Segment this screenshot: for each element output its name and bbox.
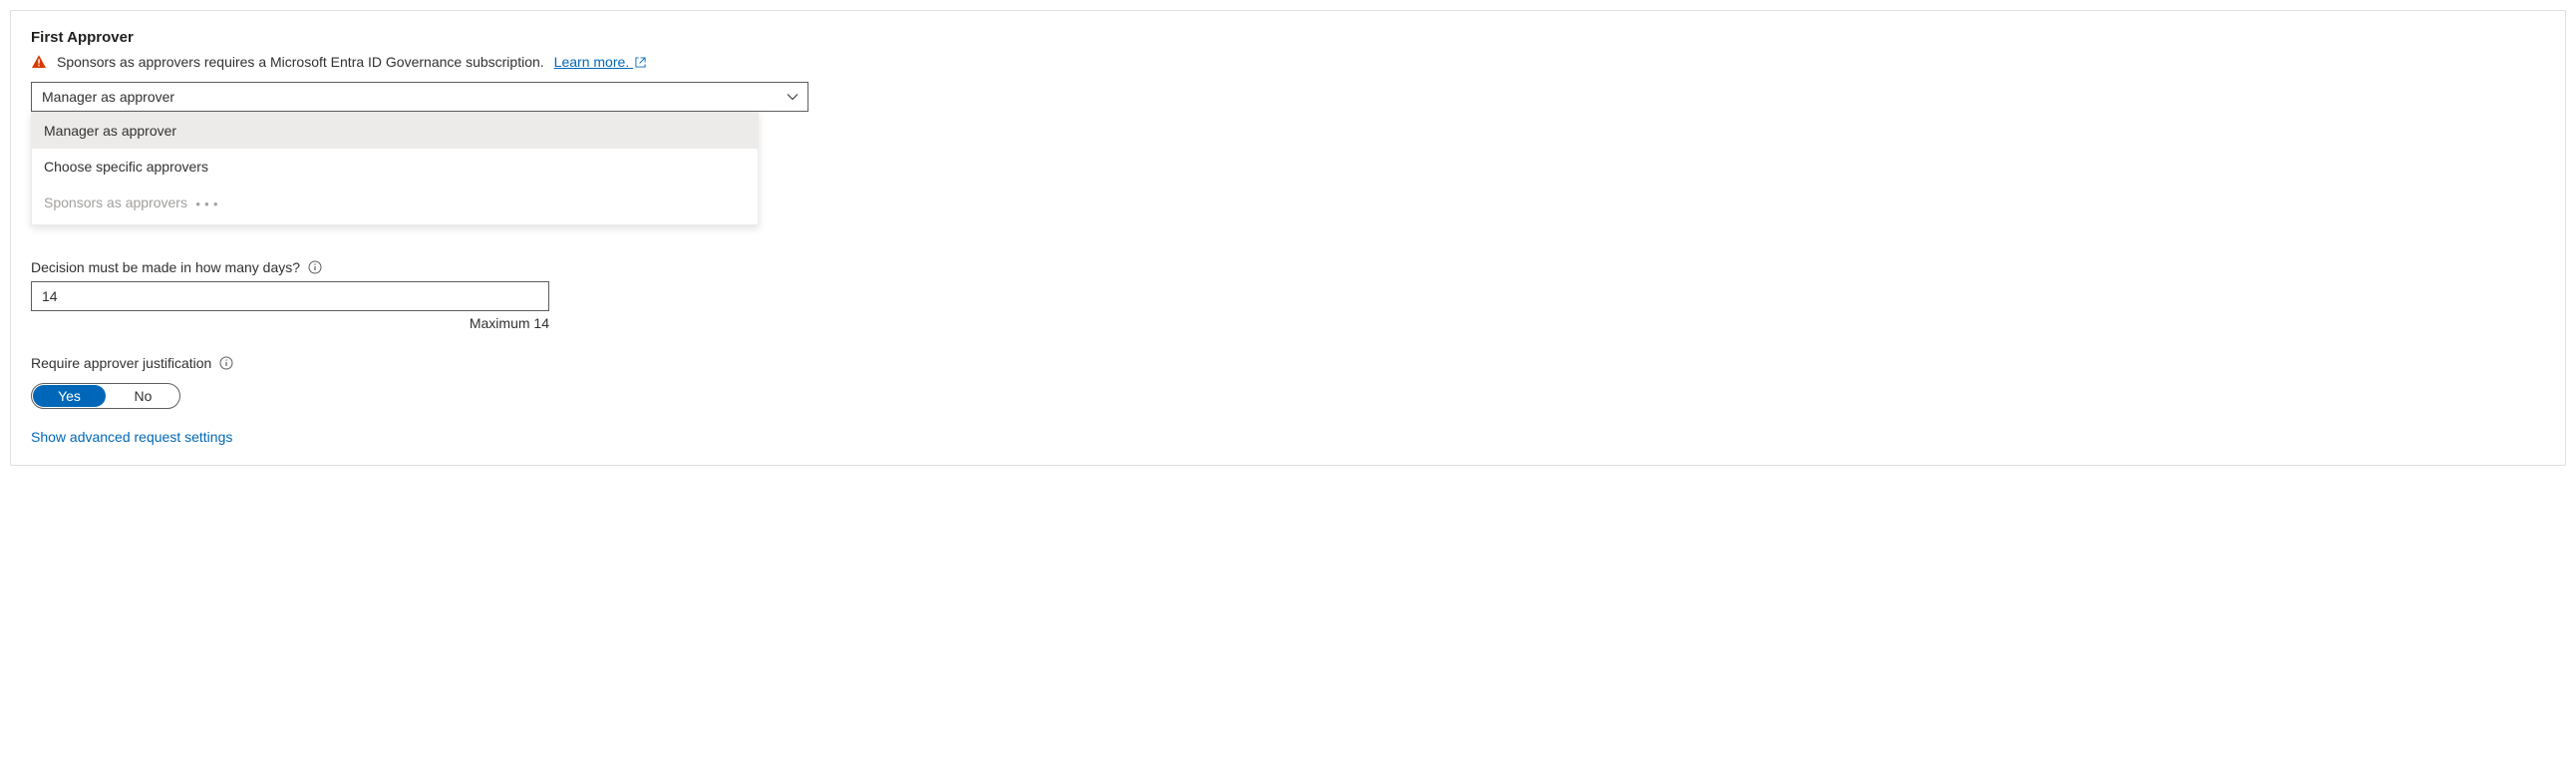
info-icon[interactable] bbox=[219, 356, 233, 370]
learn-more-link[interactable]: Learn more. bbox=[554, 54, 646, 70]
show-advanced-link[interactable]: Show advanced request settings bbox=[31, 429, 232, 445]
decision-days-helper: Maximum 14 bbox=[31, 315, 549, 331]
section-title: First Approver bbox=[31, 29, 2545, 46]
decision-days-label: Decision must be made in how many days? bbox=[31, 259, 300, 275]
ellipsis-icon: ●●● bbox=[189, 199, 222, 208]
external-link-icon bbox=[635, 57, 646, 68]
justification-no[interactable]: No bbox=[107, 384, 179, 408]
warning-text: Sponsors as approvers requires a Microso… bbox=[57, 54, 544, 70]
approver-select[interactable]: Manager as approver bbox=[31, 82, 808, 112]
dropdown-option-specific[interactable]: Choose specific approvers bbox=[32, 149, 758, 185]
approver-select-container: Manager as approver Manager as approver … bbox=[31, 82, 808, 225]
warning-triangle-icon bbox=[31, 54, 47, 70]
decision-days-input[interactable] bbox=[31, 281, 549, 311]
dropdown-option-sponsors-label: Sponsors as approvers bbox=[44, 194, 187, 210]
dropdown-option-manager[interactable]: Manager as approver bbox=[32, 113, 758, 149]
approver-dropdown: Manager as approver Choose specific appr… bbox=[31, 112, 759, 225]
decision-days-label-row: Decision must be made in how many days? bbox=[31, 259, 2545, 275]
first-approver-panel: First Approver Sponsors as approvers req… bbox=[10, 10, 2566, 466]
justification-toggle: Yes No bbox=[31, 383, 180, 409]
chevron-down-icon bbox=[786, 90, 800, 104]
justification-label-row: Require approver justification bbox=[31, 355, 2545, 371]
warning-row: Sponsors as approvers requires a Microso… bbox=[31, 54, 2545, 70]
learn-more-label: Learn more. bbox=[554, 54, 629, 70]
dropdown-option-sponsors: Sponsors as approvers ●●● bbox=[32, 185, 758, 220]
approver-select-value: Manager as approver bbox=[42, 89, 174, 105]
info-icon[interactable] bbox=[308, 260, 322, 274]
justification-label: Require approver justification bbox=[31, 355, 211, 371]
justification-yes[interactable]: Yes bbox=[33, 385, 106, 407]
